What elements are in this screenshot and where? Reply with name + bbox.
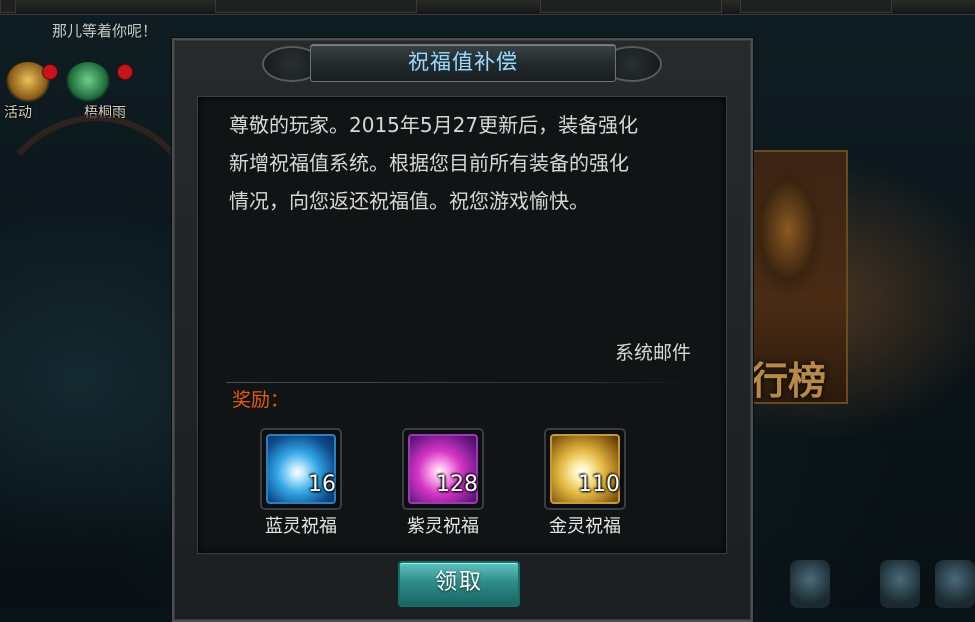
item-name: 紫灵祝福 (407, 516, 479, 537)
side-button-label: 活动 (4, 105, 32, 121)
claim-button[interactable]: 领取 (398, 561, 520, 607)
reward-item-blue-blessing[interactable]: 16 蓝灵祝福 (260, 428, 342, 540)
message-line: 尊敬的玩家。2015年5月27更新后，装备强化 (229, 113, 639, 137)
notification-dot (42, 64, 58, 80)
ranking-label: 行榜 (750, 358, 827, 403)
item-count: 128 (436, 472, 478, 497)
message-line: 新增祝福值系统。根据您目前所有装备的强化 (229, 151, 629, 175)
bottom-item-icon[interactable] (880, 560, 920, 608)
scrolling-notice: 那儿等着你呢！ (52, 22, 158, 40)
reward-item-gold-blessing[interactable]: 110 金灵祝福 (544, 428, 626, 540)
bottom-bar-items (780, 560, 975, 608)
divider (226, 382, 696, 383)
dialog-title: 祝福值补偿 (408, 50, 518, 74)
item-count: 110 (578, 472, 620, 497)
side-button-activity[interactable]: 活动 (4, 62, 58, 122)
reward-label: 奖励： (232, 389, 290, 411)
item-count: 16 (308, 472, 336, 497)
wutong-rain-icon (66, 62, 110, 102)
reward-item-purple-blessing[interactable]: 128 紫灵祝福 (402, 428, 484, 540)
mail-sender: 系统邮件 (614, 342, 691, 364)
top-status-strip (0, 0, 975, 15)
item-name: 金灵祝福 (549, 516, 621, 537)
bottom-item-icon[interactable] (935, 560, 975, 608)
notification-dot (117, 64, 133, 80)
mail-message: 尊敬的玩家。2015年5月27更新后，装备强化 新增祝福值系统。根据您目前所有装… (229, 106, 699, 220)
message-line: 情况，向您返还祝福值。祝您游戏愉快。 (229, 189, 589, 213)
ranking-emblem-icon (748, 160, 828, 310)
dialog-title-plate: 祝福值补偿 (258, 40, 666, 86)
side-button-wutong-rain[interactable]: 梧桐雨 (64, 62, 133, 122)
bottom-item-icon[interactable] (790, 560, 830, 608)
item-name: 蓝灵祝福 (265, 516, 337, 537)
